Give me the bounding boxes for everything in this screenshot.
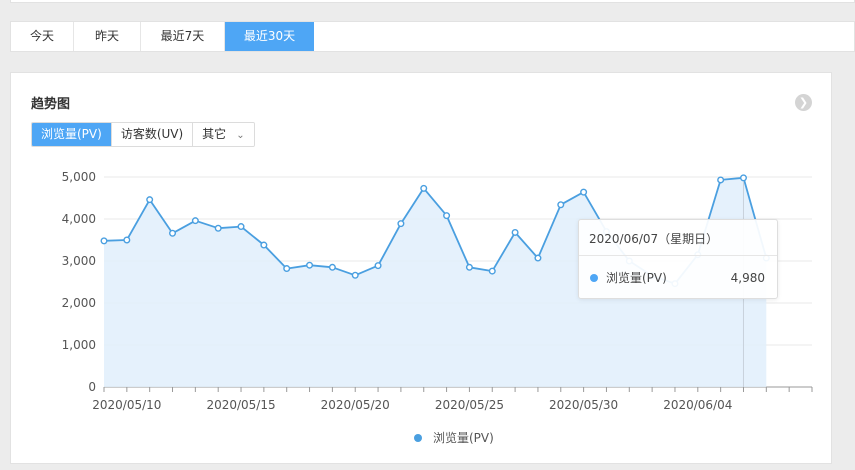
data-point — [420, 184, 428, 192]
data-point — [100, 237, 108, 245]
data-point — [534, 254, 542, 262]
series-dot-icon — [590, 274, 598, 282]
data-point — [739, 174, 747, 182]
data-point — [169, 229, 177, 237]
x-tick-label: 2020/05/15 — [206, 398, 275, 412]
data-point — [306, 261, 314, 269]
data-point — [488, 267, 496, 275]
data-point — [557, 201, 565, 209]
tooltip-value: 4,980 — [730, 271, 765, 285]
chart-tooltip: 2020/06/07（星期日） 浏览量(PV) 4,980 — [578, 219, 778, 299]
tooltip-series-name: 浏览量(PV) — [606, 271, 667, 285]
data-point — [397, 220, 405, 228]
x-tick-label: 2020/05/30 — [549, 398, 618, 412]
y-tick-label: 0 — [88, 380, 96, 394]
data-point — [191, 217, 199, 225]
x-tick-label: 2020/05/10 — [92, 398, 161, 412]
data-point — [351, 271, 359, 279]
legend-dot-icon — [414, 434, 422, 442]
tooltip-row: 浏览量(PV) 4,980 — [579, 256, 777, 300]
data-point — [260, 241, 268, 249]
y-tick-label: 4,000 — [62, 212, 96, 226]
data-point — [214, 224, 222, 232]
legend-label: 浏览量(PV) — [433, 430, 494, 445]
x-tick-label: 2020/05/20 — [321, 398, 390, 412]
data-point — [283, 265, 291, 273]
data-point — [237, 223, 245, 231]
data-point — [328, 263, 336, 271]
y-tick-label: 1,000 — [62, 338, 96, 352]
data-point — [717, 176, 725, 184]
data-point — [123, 236, 131, 244]
x-tick-label: 2020/06/04 — [663, 398, 732, 412]
data-point — [374, 262, 382, 270]
data-point — [580, 188, 588, 196]
x-tick-label: 2020/05/25 — [435, 398, 504, 412]
y-tick-label: 2,000 — [62, 296, 96, 310]
y-tick-label: 5,000 — [62, 170, 96, 184]
data-point — [511, 228, 519, 236]
data-point — [443, 212, 451, 220]
y-tick-label: 3,000 — [62, 254, 96, 268]
tooltip-date: 2020/06/07（星期日） — [579, 220, 777, 256]
data-point — [465, 263, 473, 271]
data-point — [146, 196, 154, 204]
